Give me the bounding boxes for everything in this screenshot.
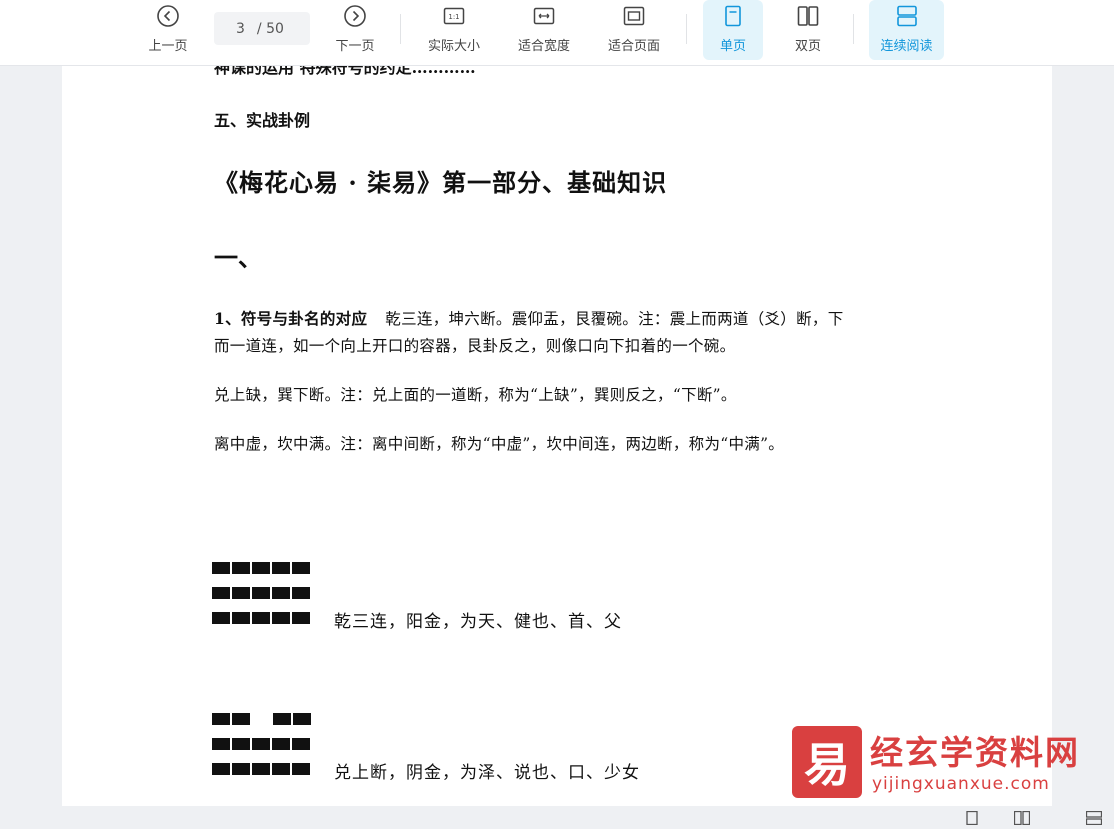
chevron-left-circle-icon bbox=[156, 4, 180, 28]
paragraph-1-text: 乾三连，坤六断。震仰盂，艮覆碗。注：震上而两道（爻）断，下 bbox=[385, 310, 844, 328]
status-bar bbox=[0, 806, 1114, 826]
watermark-title: 经玄学资料网 bbox=[870, 733, 1080, 772]
trigram-qian-label: 乾三连，阳金，为天、健也、首、父 bbox=[334, 612, 622, 632]
continuous-view-icon[interactable] bbox=[1085, 810, 1103, 826]
watermark-url: yijingxuanxue.com bbox=[872, 774, 1050, 794]
prev-page-button[interactable]: 上一页 bbox=[140, 0, 196, 60]
document-page: 神课的运用 特殊符号的约定………… 五、实战卦例 《梅花心易 · 柒易》第一部分… bbox=[62, 66, 1052, 806]
continuous-reading-icon bbox=[895, 4, 919, 28]
paragraph-1-lead: 1、符号与卦名的对应 bbox=[214, 309, 368, 328]
next-page-button[interactable]: 下一页 bbox=[327, 0, 383, 60]
actual-size-label: 实际大小 bbox=[427, 39, 480, 54]
trigram-qian bbox=[212, 562, 312, 637]
site-watermark: 易 经玄学资料网 yijingxuanxue.com bbox=[792, 726, 1102, 798]
next-page-label: 下一页 bbox=[335, 39, 375, 54]
cut-off-line: 神课的运用 特殊符号的约定………… bbox=[214, 66, 476, 77]
chapter-numeral: 一、 bbox=[214, 243, 262, 272]
paragraph-2: 兑上缺，巽下断。注：兑上面的一道断，称为“上缺”，巽则反之，“下断”。 bbox=[214, 386, 737, 404]
yao-line bbox=[212, 763, 313, 775]
fit-width-label: 适合宽度 bbox=[517, 39, 570, 54]
toolbar: 上一页 3 / 50 下一页 1:1 实际大小 适合宽度 适合页面 单页 双页 … bbox=[0, 0, 1114, 66]
single-page-label: 单页 bbox=[719, 39, 746, 54]
toolbar-divider bbox=[686, 14, 687, 44]
section-heading: 五、实战卦例 bbox=[214, 111, 311, 130]
fit-page-label: 适合页面 bbox=[607, 39, 660, 54]
total-pages: / 50 bbox=[256, 20, 284, 37]
double-page-button[interactable]: 双页 bbox=[780, 0, 836, 60]
yao-line bbox=[212, 587, 312, 599]
actual-size-icon: 1:1 bbox=[442, 4, 466, 28]
actual-size-button[interactable]: 1:1 实际大小 bbox=[420, 0, 488, 60]
toolbar-divider bbox=[400, 14, 401, 44]
yao-line bbox=[212, 713, 313, 725]
paragraph-1-line-1: 1、符号与卦名的对应 乾三连，坤六断。震仰盂，艮覆碗。注：震上而两道（爻）断，下 bbox=[214, 307, 844, 329]
trigram-dui bbox=[212, 713, 313, 788]
toolbar-divider bbox=[853, 14, 854, 44]
page-number-input[interactable]: 3 / 50 bbox=[214, 12, 310, 45]
double-page-label: 双页 bbox=[794, 39, 821, 54]
prev-page-label: 上一页 bbox=[148, 39, 188, 54]
current-page: 3 bbox=[236, 20, 245, 37]
page-title: 《梅花心易 · 柒易》第一部分、基础知识 bbox=[214, 168, 668, 197]
continuous-reading-label: 连续阅读 bbox=[880, 39, 933, 54]
seal-logo: 易 bbox=[792, 726, 862, 798]
single-page-button[interactable]: 单页 bbox=[703, 0, 763, 60]
yao-line bbox=[212, 738, 313, 750]
fit-width-button[interactable]: 适合宽度 bbox=[510, 0, 578, 60]
chevron-right-circle-icon bbox=[343, 4, 367, 28]
single-page-view-icon[interactable] bbox=[964, 810, 980, 826]
yao-line bbox=[212, 612, 312, 624]
paragraph-3: 离中虚，坎中满。注：离中间断，称为“中虚”，坎中间连，两边断，称为“中满”。 bbox=[214, 435, 785, 453]
yao-line bbox=[212, 562, 312, 574]
single-page-icon bbox=[721, 4, 745, 28]
fit-page-icon bbox=[622, 4, 646, 28]
continuous-reading-button[interactable]: 连续阅读 bbox=[869, 0, 944, 60]
double-page-icon bbox=[796, 4, 820, 28]
fit-page-button[interactable]: 适合页面 bbox=[600, 0, 668, 60]
paragraph-1-line-2: 而一道连，如一个向上开口的容器，艮卦反之，则像口向下扣着的一个碗。 bbox=[214, 337, 736, 355]
trigram-dui-label: 兑上断，阴金，为泽、说也、口、少女 bbox=[334, 763, 640, 783]
svg-text:1:1: 1:1 bbox=[448, 13, 459, 21]
double-page-view-icon[interactable] bbox=[1013, 810, 1031, 826]
fit-width-icon bbox=[532, 4, 556, 28]
